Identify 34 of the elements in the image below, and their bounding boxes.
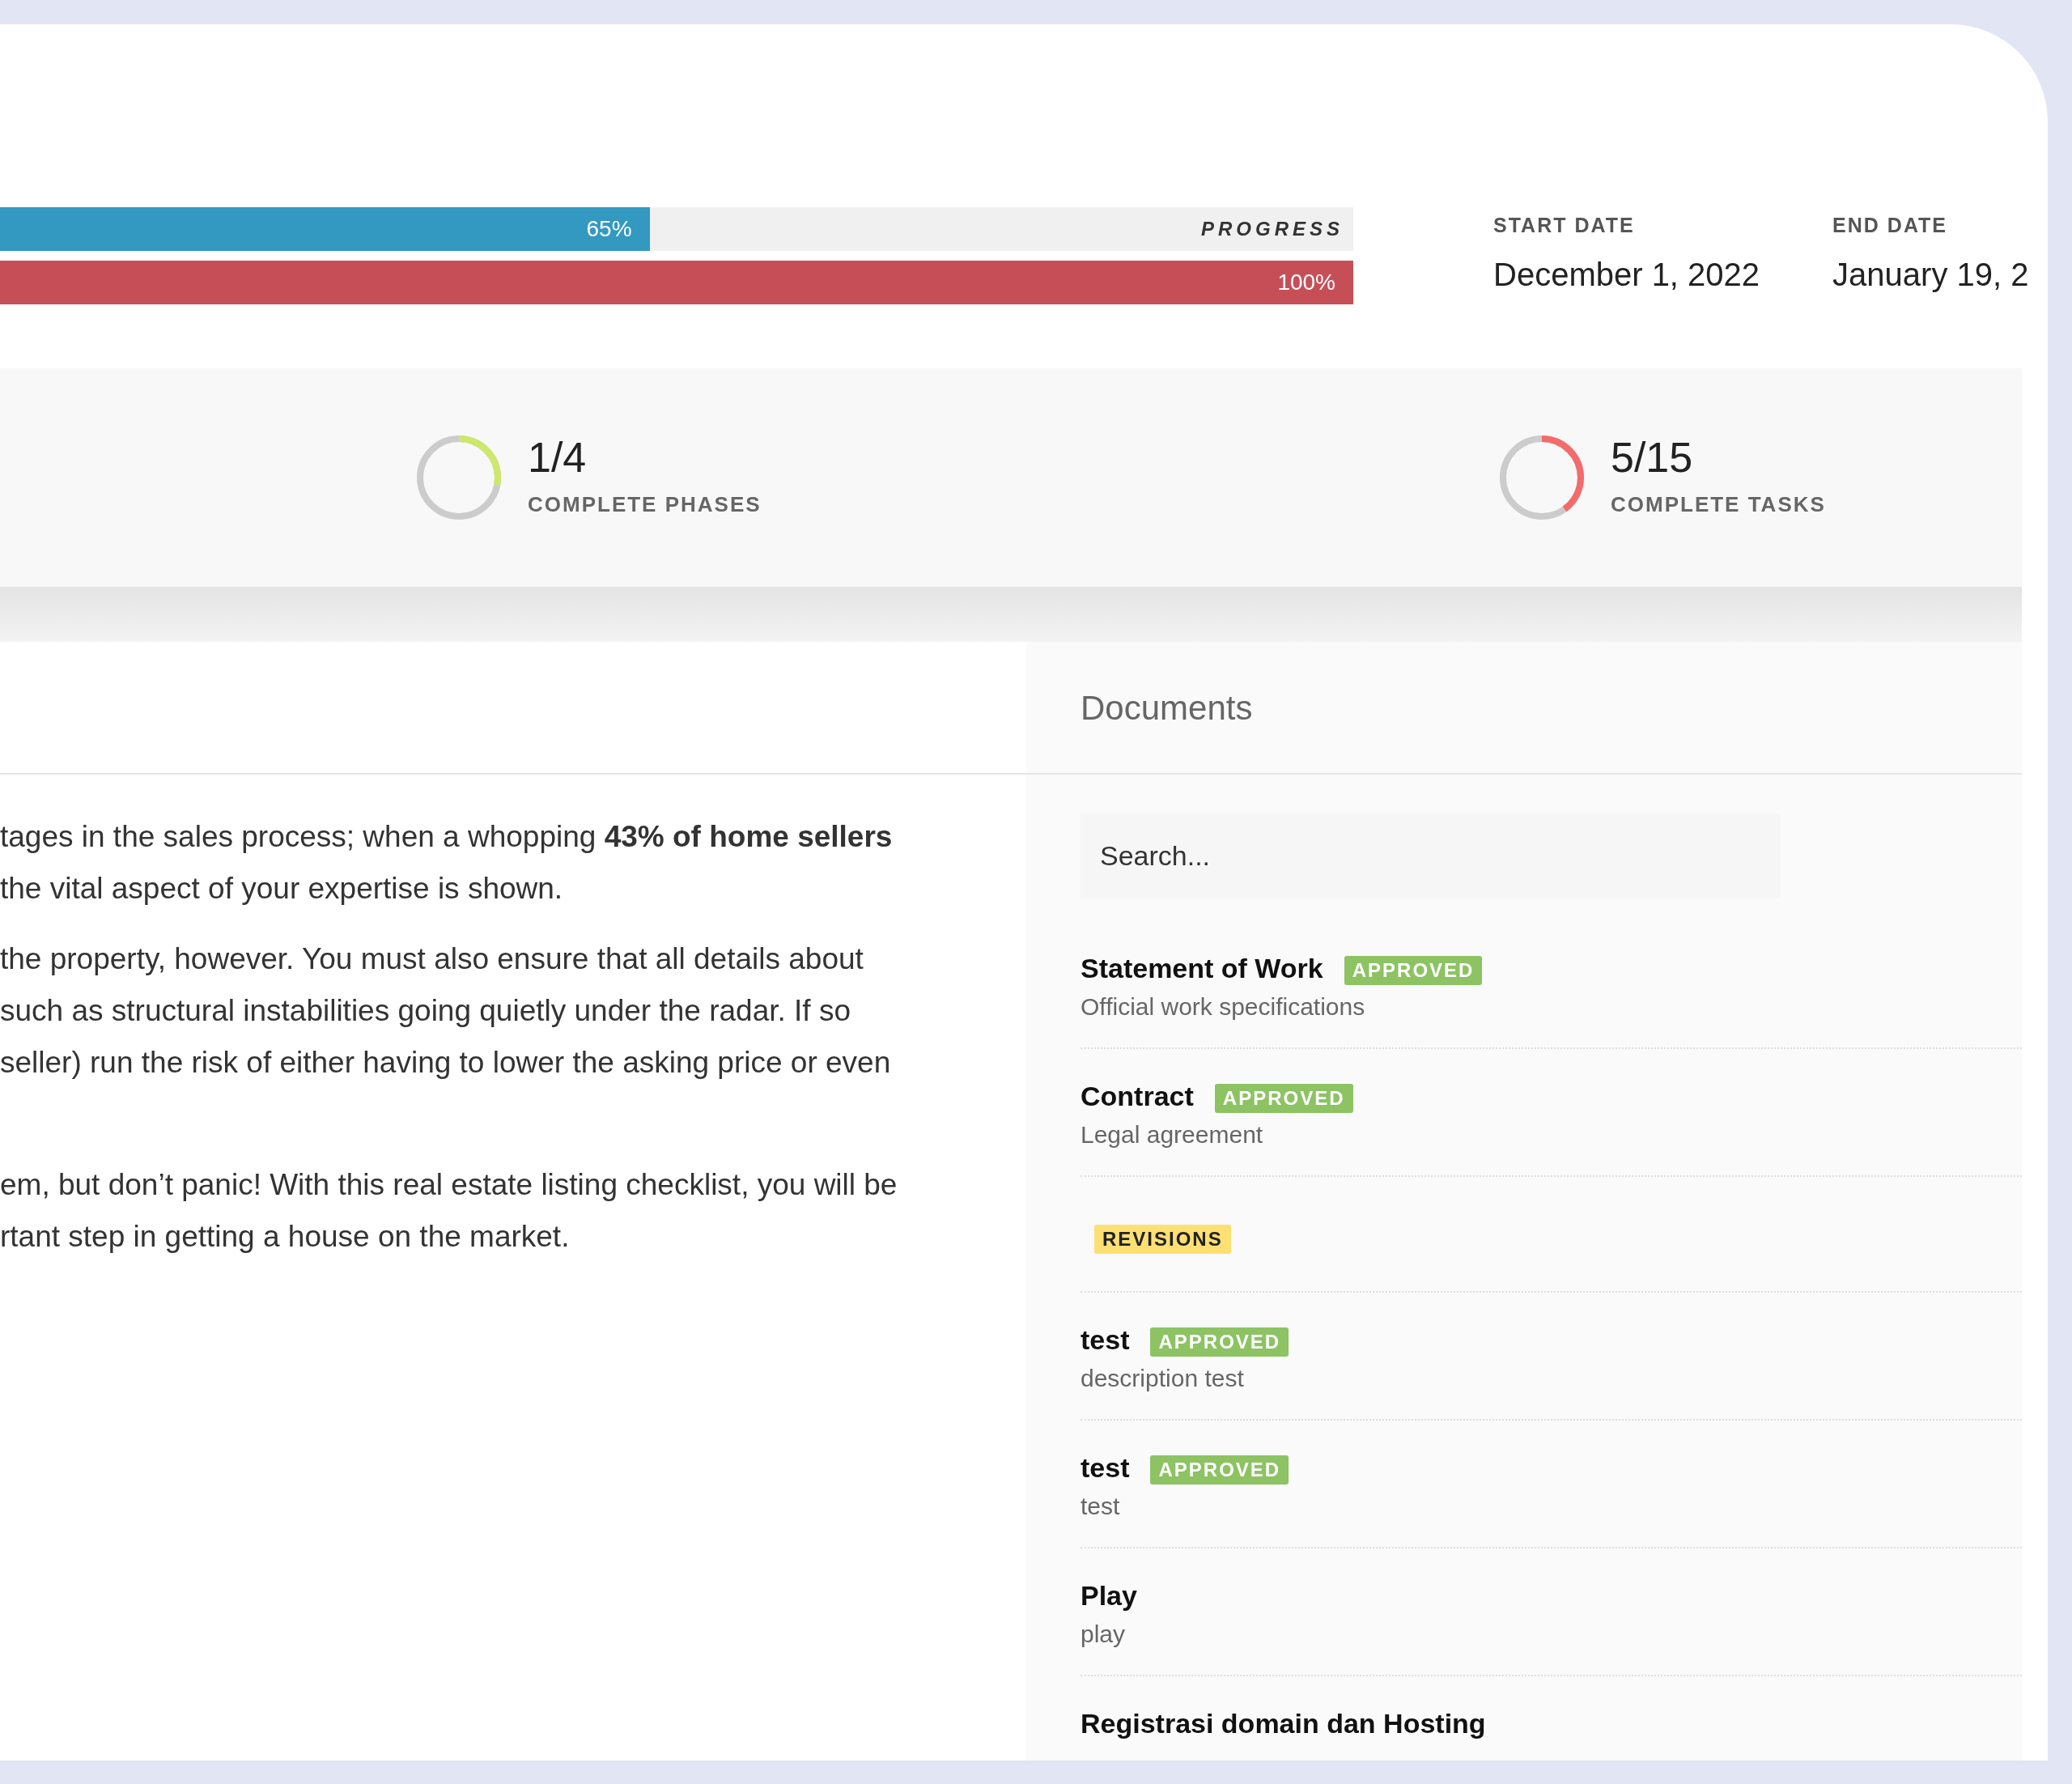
stat-value: 5/15 — [1611, 434, 1694, 482]
panel-title: Documents — [1081, 687, 1253, 728]
document-title[interactable]: test — [1081, 1324, 1130, 1355]
status-badge: APPROVED — [1150, 1455, 1289, 1485]
article-paragraph: em, but don’t panic! With this real estate listing checklist, you will be rtant step in getting a house on the market. — [0, 1167, 898, 1255]
document-title[interactable]: Registrasi domain dan Hosting — [1081, 1708, 1486, 1739]
progress-label: PROGRESS — [1200, 217, 1344, 241]
document-description: play — [1081, 1620, 1127, 1649]
stat-value: 1/4 — [528, 434, 588, 482]
status-badge: REVISIONS — [1094, 1225, 1231, 1254]
document-description: Official work specifications — [1081, 992, 1366, 1022]
search-field[interactable]: Search... — [1081, 813, 1781, 898]
date-label: START DATE — [1493, 215, 1636, 236]
document-description: test — [1081, 1492, 1121, 1521]
progress-percent: 65% — [586, 215, 632, 243]
date-label: END DATE — [1832, 215, 1949, 236]
status-badge: APPROVED — [1214, 1084, 1353, 1113]
document-title[interactable]: Contract — [1081, 1081, 1194, 1111]
donut-chart-icon — [1497, 433, 1586, 522]
donut-chart-icon — [414, 433, 503, 522]
article-paragraph: tages in the sales process; when a whopping 43% of home sellers the vital aspect of your expertise is shown. — [0, 819, 894, 907]
progress-percent: 100% — [1277, 269, 1335, 296]
document-title[interactable]: test — [1081, 1452, 1130, 1483]
status-badge: APPROVED — [1344, 956, 1483, 985]
date-value: December 1, 2022 — [1493, 256, 1760, 294]
document-description: Legal agreement — [1081, 1120, 1264, 1149]
document-description: description test — [1081, 1364, 1245, 1393]
stat-label: COMPLETE PHASES — [528, 491, 762, 519]
article-paragraph: the property, however. You must also ensure that all details about such as structural instabilities going quietly under the radar. If so seller) run the risk of either having to lower the asking price or even — [0, 941, 892, 1081]
status-badge: APPROVED — [1150, 1327, 1289, 1357]
document-title[interactable]: Statement of Work — [1081, 953, 1323, 983]
document-title[interactable]: Play — [1081, 1580, 1137, 1611]
stat-label: COMPLETE TASKS — [1611, 491, 1826, 519]
date-value: January 19, 2 — [1832, 256, 2029, 294]
